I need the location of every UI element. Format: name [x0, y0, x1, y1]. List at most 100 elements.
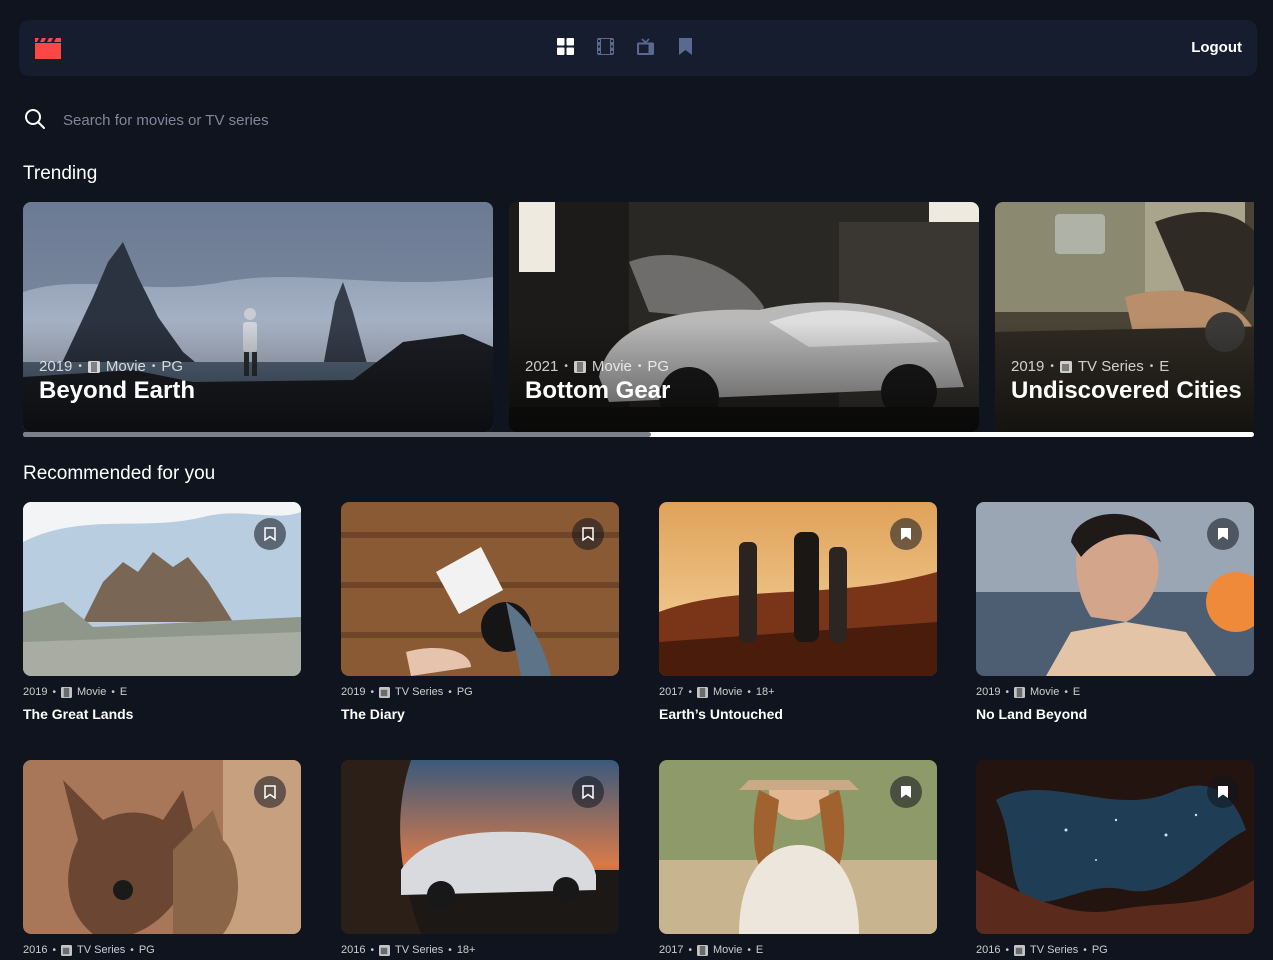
tv-category-icon [1014, 944, 1025, 956]
rating-label: 18+ [755, 686, 775, 698]
bookmark-button[interactable] [890, 518, 922, 550]
search-input[interactable] [63, 107, 663, 133]
search-bar [24, 106, 1124, 134]
tv-series-icon[interactable] [637, 38, 654, 55]
home-grid-icon[interactable] [557, 38, 574, 55]
rating-label: PG [647, 358, 670, 375]
bookmark-button[interactable] [254, 518, 286, 550]
trending-meta: 2021 • Movie • PG [525, 358, 669, 375]
movies-icon[interactable] [597, 38, 614, 55]
clapperboard-icon[interactable] [35, 37, 61, 59]
card-thumbnail[interactable] [659, 760, 937, 934]
card-thumbnail[interactable] [659, 502, 937, 676]
category-label: Movie [77, 686, 107, 698]
bookmark-button[interactable] [1207, 518, 1239, 550]
card-title[interactable]: The Great Lands [23, 706, 301, 722]
card-meta: 2016 • TV Series • PG [23, 944, 301, 956]
card-title[interactable]: Earth’s Untouched [659, 706, 937, 722]
rating-label: PG [161, 358, 184, 375]
year-label: 2017 [659, 944, 684, 956]
card-thumbnail[interactable] [23, 760, 301, 934]
rating-label: PG [456, 686, 473, 698]
trending-card[interactable]: 2021 • Movie • PG Bottom Gear [509, 202, 979, 432]
trending-card[interactable]: 2019 • Movie • PG Beyond Earth [23, 202, 493, 432]
separator-dot: • [1005, 686, 1009, 698]
separator-dot: • [52, 944, 56, 956]
bookmark-button[interactable] [254, 776, 286, 808]
movie-category-icon [1014, 686, 1025, 698]
rating-label: E [1159, 358, 1170, 375]
trending-meta: 2019 • TV Series • E [1011, 358, 1169, 375]
tv-category-icon [379, 944, 390, 956]
logout-button[interactable]: Logout [1191, 39, 1242, 56]
bookmark-filled-icon [901, 528, 911, 540]
card-meta: 2016 • TV Series • PG [976, 944, 1254, 956]
bookmark-icon[interactable] [677, 38, 694, 55]
separator-dot: • [637, 361, 642, 372]
bookmark-button[interactable] [1207, 776, 1239, 808]
category-label: Movie [713, 944, 743, 956]
card-thumbnail[interactable] [976, 502, 1254, 676]
category-label: TV Series [1077, 358, 1144, 375]
tv-category-icon [379, 686, 390, 698]
separator-dot: • [448, 686, 452, 698]
card-meta: 2017 • Movie • 18+ [659, 686, 937, 698]
card-meta: 2019 • TV Series • PG [341, 686, 619, 698]
card-meta: 2017 • Movie • E [659, 944, 937, 956]
card-thumbnail[interactable] [23, 502, 301, 676]
year-label: 2019 [1011, 358, 1045, 375]
recommended-card[interactable]: 2019 • TV Series • PG The Diary [341, 502, 619, 722]
movie-category-icon [697, 686, 708, 698]
rating-label: E [119, 686, 128, 698]
card-meta: 2016 • TV Series • 18+ [341, 944, 619, 956]
trending-heading: Trending [23, 163, 98, 184]
card-thumbnail[interactable] [341, 502, 619, 676]
search-icon [25, 109, 45, 129]
trending-card[interactable]: 2019 • TV Series • E Undiscovered Cities [995, 202, 1254, 432]
card-title[interactable]: No Land Beyond [976, 706, 1254, 722]
separator-dot: • [747, 944, 751, 956]
category-label: TV Series [1030, 944, 1079, 956]
separator-dot: • [370, 944, 374, 956]
trending-carousel[interactable]: 2019 • Movie • PG Beyond Earth 2021 • Mo… [23, 202, 1254, 432]
card-title[interactable]: The Diary [341, 706, 619, 722]
separator-dot: • [52, 686, 56, 698]
recommended-card[interactable]: 2017 • Movie • 18+ Earth’s Untouched [659, 502, 937, 722]
recommended-card[interactable]: 2016 • TV Series • 18+ [341, 760, 619, 956]
year-label: 2017 [659, 686, 684, 698]
card-thumbnail[interactable] [976, 760, 1254, 934]
separator-dot: • [688, 686, 692, 698]
recommended-heading: Recommended for you [23, 463, 216, 484]
recommended-card[interactable]: 2016 • TV Series • PG [976, 760, 1254, 956]
trending-meta: 2019 • Movie • PG [39, 358, 183, 375]
tv-category-icon [61, 944, 72, 956]
year-label: 2019 [23, 686, 48, 698]
separator-dot: • [130, 944, 134, 956]
trending-scrollbar[interactable] [23, 432, 1254, 437]
bookmark-button[interactable] [572, 518, 604, 550]
scrollbar-thumb[interactable] [23, 432, 651, 437]
separator-dot: • [448, 944, 452, 956]
category-label: TV Series [77, 944, 126, 956]
bookmark-button[interactable] [890, 776, 922, 808]
recommended-card[interactable]: 2017 • Movie • E [659, 760, 937, 956]
recommended-card[interactable]: 2019 • Movie • E No Land Beyond [976, 502, 1254, 722]
category-label: Movie [591, 358, 632, 375]
rating-label: 18+ [456, 944, 476, 956]
separator-dot: • [370, 686, 374, 698]
movie-category-icon [61, 686, 72, 698]
year-label: 2016 [23, 944, 48, 956]
recommended-card[interactable]: 2019 • Movie • E The Great Lands [23, 502, 301, 722]
category-label: Movie [713, 686, 743, 698]
bookmark-empty-icon [264, 785, 276, 799]
category-label: TV Series [395, 686, 444, 698]
bookmark-empty-icon [582, 785, 594, 799]
year-label: 2019 [39, 358, 73, 375]
recommended-card[interactable]: 2016 • TV Series • PG [23, 760, 301, 956]
trending-title: Beyond Earth [39, 377, 196, 404]
movie-category-icon [87, 360, 100, 373]
rating-label: E [1072, 686, 1081, 698]
card-thumbnail[interactable] [341, 760, 619, 934]
bookmark-button[interactable] [572, 776, 604, 808]
rating-label: E [755, 944, 764, 956]
